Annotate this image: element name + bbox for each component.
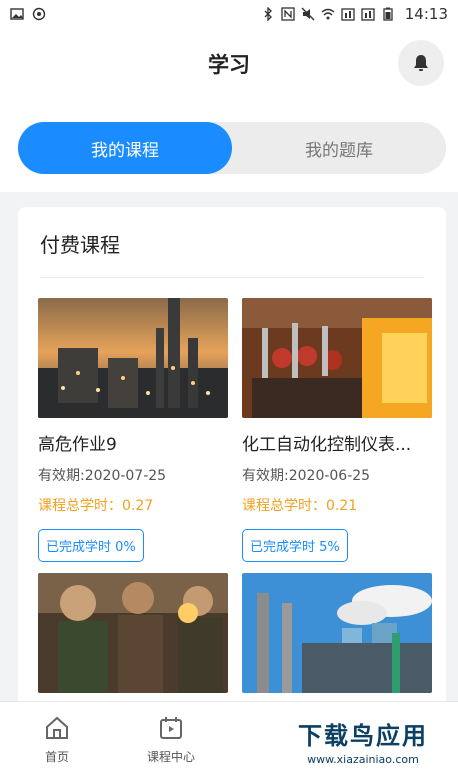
gallery-notification-icon [10,7,24,21]
sync-notification-icon [32,7,46,21]
tabs-container: 我的课程 我的题库 [0,100,458,192]
tab-my-question-bank[interactable]: 我的题库 [232,122,446,174]
watermark-title: 下载鸟应用 [298,722,428,750]
mute-icon [301,7,315,21]
notification-button[interactable] [398,40,444,86]
watermark: 下载鸟应用 www.xiazainiao.com [272,710,454,772]
course-thumbnail[interactable] [242,573,432,693]
wifi-icon [321,7,335,21]
nav-item-course-center[interactable]: 课程中心 [114,702,228,776]
course-thumbnail[interactable] [38,298,228,418]
course-total-hours: 课程总学时：0.21 [242,498,358,514]
course-validity: 有效期:2020-06-25 [242,468,371,484]
signal-sim1-icon [341,7,355,21]
section-divider [40,277,424,278]
course-name: 化工自动化控制仪表... [242,435,412,455]
course-validity: 有效期:2020-07-25 [38,468,167,484]
nav-label-course-center: 课程中心 [146,750,195,764]
app-header: 学习 [0,28,458,100]
battery-icon [381,7,395,21]
status-bar: 14:13 [0,0,458,28]
course-thumbnail[interactable] [242,298,432,418]
bell-icon [414,55,428,71]
nav-item-home[interactable]: 首页 [0,702,114,776]
course-card-3[interactable] [38,573,228,693]
nfc-icon [281,7,295,21]
course-card-1[interactable]: 高危作业9 有效期:2020-07-25 课程总学时：0.27 已完成学时 0% [38,298,228,562]
course-thumbnail[interactable] [38,573,228,693]
course-card-4[interactable] [242,573,432,693]
course-center-icon [160,717,182,739]
course-card-2[interactable]: 化工自动化控制仪表... 有效期:2020-06-25 课程总学时：0.21 已… [242,298,432,562]
completed-hours-badge: 已完成学时 0% [38,529,144,562]
page-title: 学习 [208,53,250,77]
status-time: 14:13 [404,5,448,23]
bluetooth-icon [261,6,275,22]
watermark-url: www.xiazainiao.com [307,753,419,766]
home-icon [46,716,68,739]
segmented-control: 我的课程 我的题库 [18,122,446,174]
course-total-hours: 课程总学时：0.27 [38,498,154,514]
nav-label-home: 首页 [44,750,69,764]
tab-my-courses[interactable]: 我的课程 [18,122,232,174]
signal-sim2-icon [361,7,375,21]
section-title: 付费课程 [40,233,120,257]
paid-courses-card: 付费课程 高危作业9 有效期:2020-07-25 课程总学时：0.27 已完成… [18,207,446,727]
course-name: 高危作业9 [38,435,117,455]
completed-hours-badge: 已完成学时 5% [242,529,348,562]
